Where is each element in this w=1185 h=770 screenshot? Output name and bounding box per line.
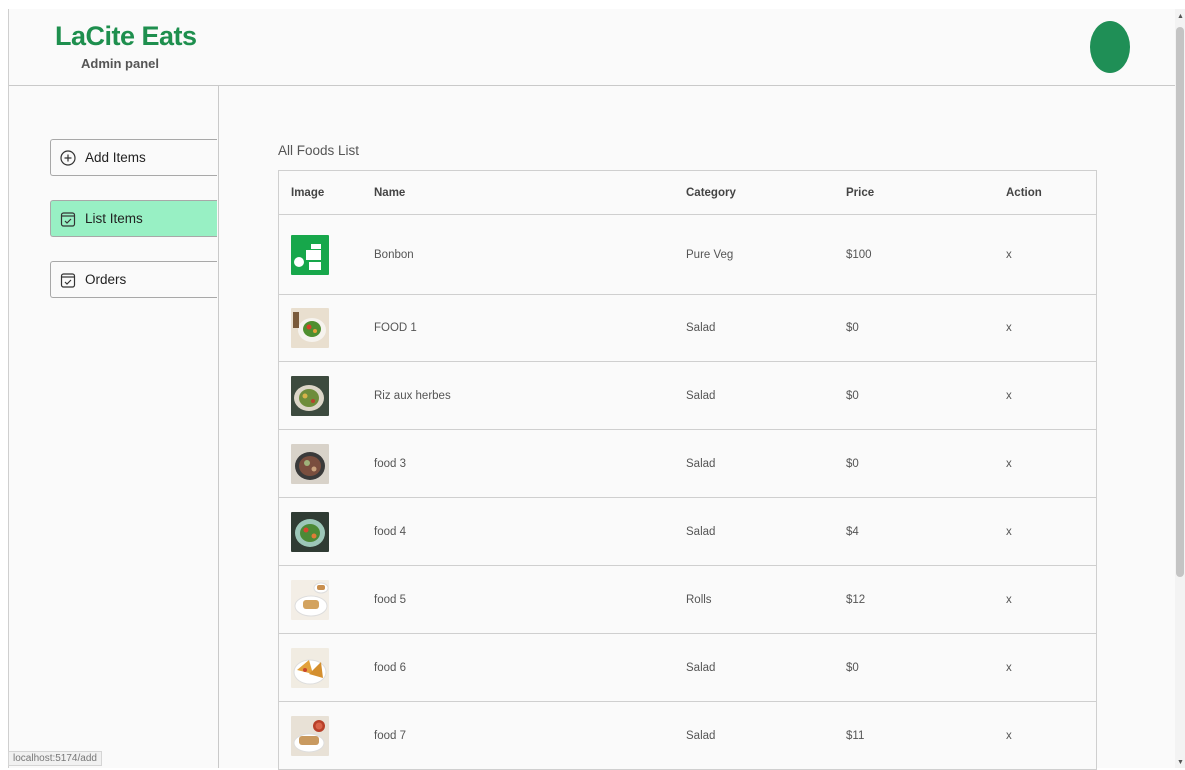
food-category: Salad [686, 389, 716, 402]
food-category: Salad [686, 457, 716, 470]
food-name: Riz aux herbes [374, 389, 451, 402]
sidebar-item-add-items[interactable]: Add Items [50, 139, 217, 176]
food-image [279, 647, 374, 688]
food-price: $11 [846, 729, 865, 742]
food-image [279, 511, 374, 552]
food-name: Bonbon [374, 248, 414, 261]
brand-subtitle: Admin panel [81, 56, 160, 71]
food-category: Pure Veg [686, 248, 734, 261]
avatar[interactable] [1090, 21, 1130, 73]
salad-photo [291, 308, 329, 348]
rolls-photo [291, 715, 329, 756]
sidebar-item-list-items[interactable]: List Items [50, 200, 217, 237]
salad-photo [291, 511, 329, 552]
food-price: $0 [846, 322, 859, 334]
table-row: food 6 Salad $0 x [279, 634, 1096, 702]
food-category: Salad [686, 525, 716, 538]
food-image [279, 443, 374, 484]
column-header-image: Image [291, 186, 325, 199]
page-title: All Foods List [278, 143, 360, 158]
order-icon [59, 271, 76, 288]
food-category: Salad [686, 729, 716, 742]
plus-circle-icon [59, 149, 76, 166]
remove-button[interactable]: x [1006, 594, 1096, 606]
sidebar-item-label: Add Items [85, 150, 146, 165]
food-image [279, 715, 374, 756]
sidebar-item-label: Orders [85, 272, 127, 287]
vertical-scrollbar[interactable]: ▲ ▼ [1175, 9, 1185, 768]
food-price: $12 [846, 593, 866, 606]
food-name: food 3 [374, 457, 406, 470]
table-row: food 7 Salad $11 x [279, 702, 1096, 770]
rolls-photo [291, 579, 329, 620]
salad-photo [291, 443, 329, 484]
food-name: food 7 [374, 729, 406, 742]
table-row: Bonbon Pure Veg $100 x [279, 215, 1096, 295]
bonbon-logo-thumbnail [291, 234, 329, 275]
remove-button[interactable]: x [1006, 730, 1096, 742]
checklist-icon [59, 210, 76, 227]
scroll-up-arrow-icon[interactable]: ▲ [1177, 13, 1184, 20]
food-name: FOOD 1 [374, 322, 417, 334]
food-name: food 6 [374, 661, 406, 674]
food-name: food 5 [374, 593, 406, 606]
remove-button[interactable]: x [1006, 249, 1096, 261]
food-category: Salad [686, 322, 716, 334]
brand-logo: LaCite Eats Admin panel [55, 21, 197, 71]
food-image [279, 579, 374, 620]
scrollbar-thumb[interactable] [1176, 27, 1184, 577]
remove-button[interactable]: x [1006, 322, 1096, 334]
remove-button[interactable]: x [1006, 526, 1096, 538]
table-row: food 3 Salad $0 x [279, 430, 1096, 498]
sidebar-item-label: List Items [85, 211, 143, 226]
table-row: food 5 Rolls $12 x [279, 566, 1096, 634]
salad-photo [291, 375, 329, 416]
column-header-category: Category [686, 186, 736, 199]
sidebar-item-orders[interactable]: Orders [50, 261, 217, 298]
food-image [279, 375, 374, 416]
status-url: localhost:5174/add [8, 751, 102, 766]
food-price: $100 [846, 248, 872, 261]
food-category: Rolls [686, 593, 712, 606]
table-row: FOOD 1 Salad $0 x [279, 295, 1096, 362]
brand-title: LaCite Eats [55, 21, 197, 51]
food-image [279, 308, 374, 348]
table-row: Riz aux herbes Salad $0 x [279, 362, 1096, 430]
food-name: food 4 [374, 525, 406, 538]
table-row: food 4 Salad $4 x [279, 498, 1096, 566]
food-price: $0 [846, 661, 859, 674]
column-header-name: Name [374, 186, 406, 199]
column-header-action: Action [1006, 186, 1042, 199]
sidebar: Add Items List Items Orders [9, 86, 219, 768]
food-price: $0 [846, 389, 859, 402]
remove-button[interactable]: x [1006, 662, 1096, 674]
food-image [279, 234, 374, 275]
app-window: LaCite Eats Admin panel Add Items List I… [8, 9, 1176, 770]
food-category: Salad [686, 661, 716, 674]
rolls-photo [291, 647, 329, 688]
food-price: $0 [846, 457, 859, 470]
table-header: Image Name Category Price Action [279, 171, 1096, 215]
remove-button[interactable]: x [1006, 390, 1096, 402]
column-header-price: Price [846, 186, 875, 199]
food-price: $4 [846, 525, 859, 538]
scroll-down-arrow-icon[interactable]: ▼ [1177, 759, 1184, 766]
top-navbar: LaCite Eats Admin panel [9, 9, 1176, 86]
foods-table: Image Name Category Price Action Bonbon … [278, 170, 1097, 770]
remove-button[interactable]: x [1006, 458, 1096, 470]
